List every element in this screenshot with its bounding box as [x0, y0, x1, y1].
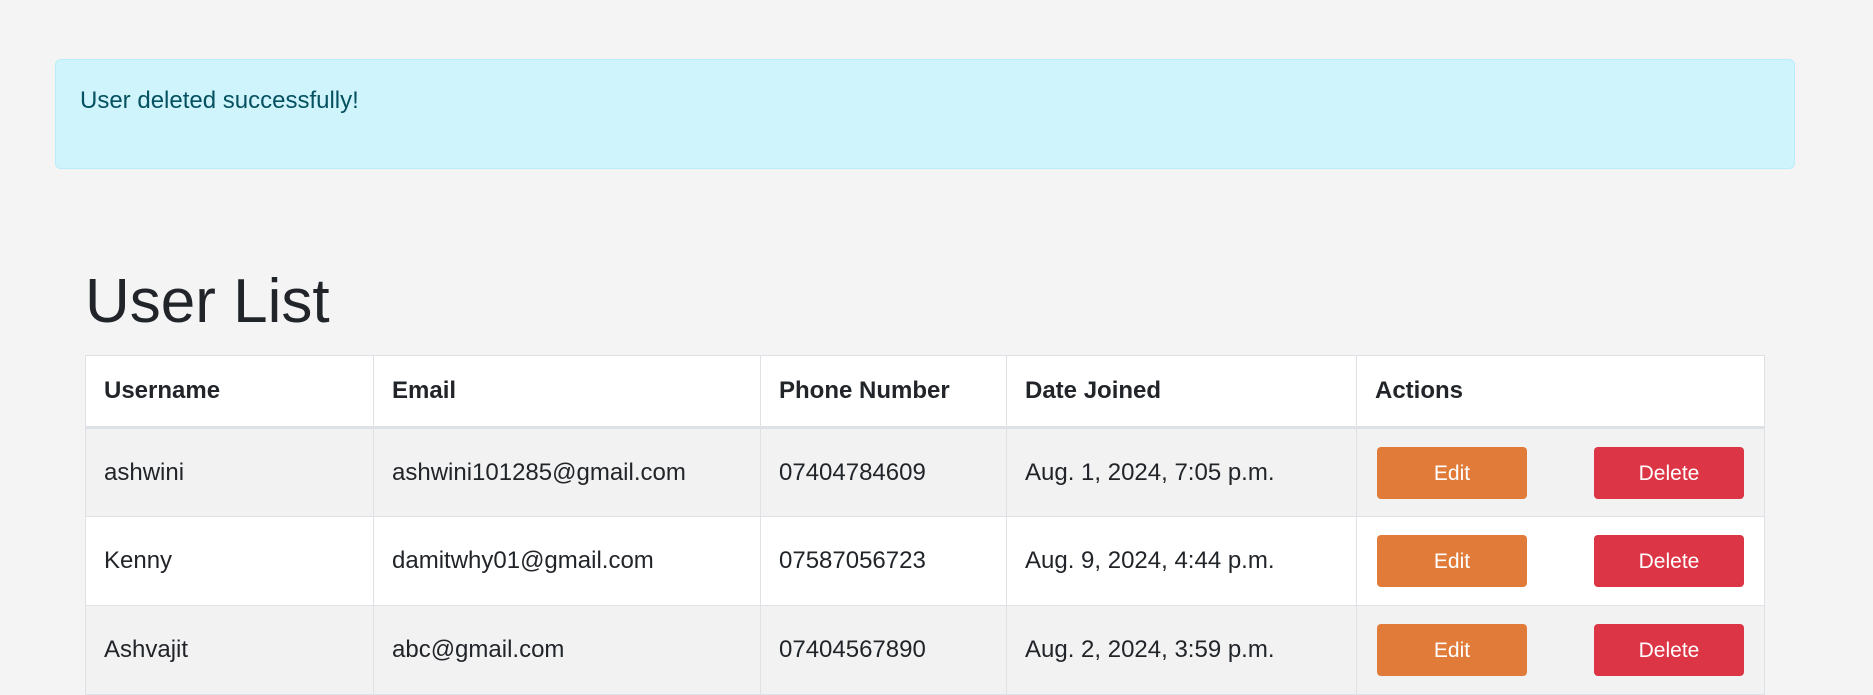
alert-message: User deleted successfully!: [80, 87, 359, 114]
cell-date-joined: Aug. 1, 2024, 7:05 p.m.: [1006, 427, 1357, 517]
cell-actions: Edit Delete: [1356, 427, 1765, 517]
header-phone-number: Phone Number: [760, 355, 1007, 429]
header-row: Username Email Phone Number Date Joined …: [85, 355, 1765, 429]
header-email: Email: [373, 355, 761, 429]
table-row: Kenny damitwhy01@gmail.com 07587056723 A…: [85, 516, 1765, 606]
success-alert: User deleted successfully!: [55, 59, 1795, 169]
cell-phone: 07404784609: [760, 427, 1007, 517]
cell-date-joined: Aug. 9, 2024, 4:44 p.m.: [1006, 516, 1357, 606]
edit-button[interactable]: Edit: [1377, 446, 1527, 499]
user-table: Username Email Phone Number Date Joined …: [85, 355, 1765, 695]
cell-email: abc@gmail.com: [373, 605, 761, 695]
cell-username: Kenny: [85, 516, 374, 606]
table-row: ashwini ashwini101285@gmail.com 07404784…: [85, 427, 1765, 517]
cell-username: ashwini: [85, 427, 374, 517]
cell-email: ashwini101285@gmail.com: [373, 427, 761, 517]
cell-actions: Edit Delete: [1356, 605, 1765, 695]
cell-phone: 07587056723: [760, 516, 1007, 606]
table-row: Ashvajit abc@gmail.com 07404567890 Aug. …: [85, 605, 1765, 695]
table-body: ashwini ashwini101285@gmail.com 07404784…: [85, 427, 1765, 695]
edit-button[interactable]: Edit: [1377, 535, 1527, 587]
header-username: Username: [85, 355, 374, 429]
cell-phone: 07404567890: [760, 605, 1007, 695]
header-actions: Actions: [1356, 355, 1765, 429]
cell-username: Ashvajit: [85, 605, 374, 695]
delete-button[interactable]: Delete: [1594, 624, 1744, 676]
cell-date-joined: Aug. 2, 2024, 3:59 p.m.: [1006, 605, 1357, 695]
table-header: Username Email Phone Number Date Joined …: [85, 355, 1765, 429]
actions-group: Edit Delete: [1377, 535, 1744, 587]
delete-button[interactable]: Delete: [1594, 535, 1744, 587]
delete-button[interactable]: Delete: [1594, 446, 1744, 499]
header-date-joined: Date Joined: [1006, 355, 1357, 429]
actions-group: Edit Delete: [1377, 624, 1744, 676]
cell-actions: Edit Delete: [1356, 516, 1765, 606]
edit-button[interactable]: Edit: [1377, 624, 1527, 676]
page-title: User List: [85, 267, 330, 336]
actions-group: Edit Delete: [1377, 446, 1744, 499]
cell-email: damitwhy01@gmail.com: [373, 516, 761, 606]
